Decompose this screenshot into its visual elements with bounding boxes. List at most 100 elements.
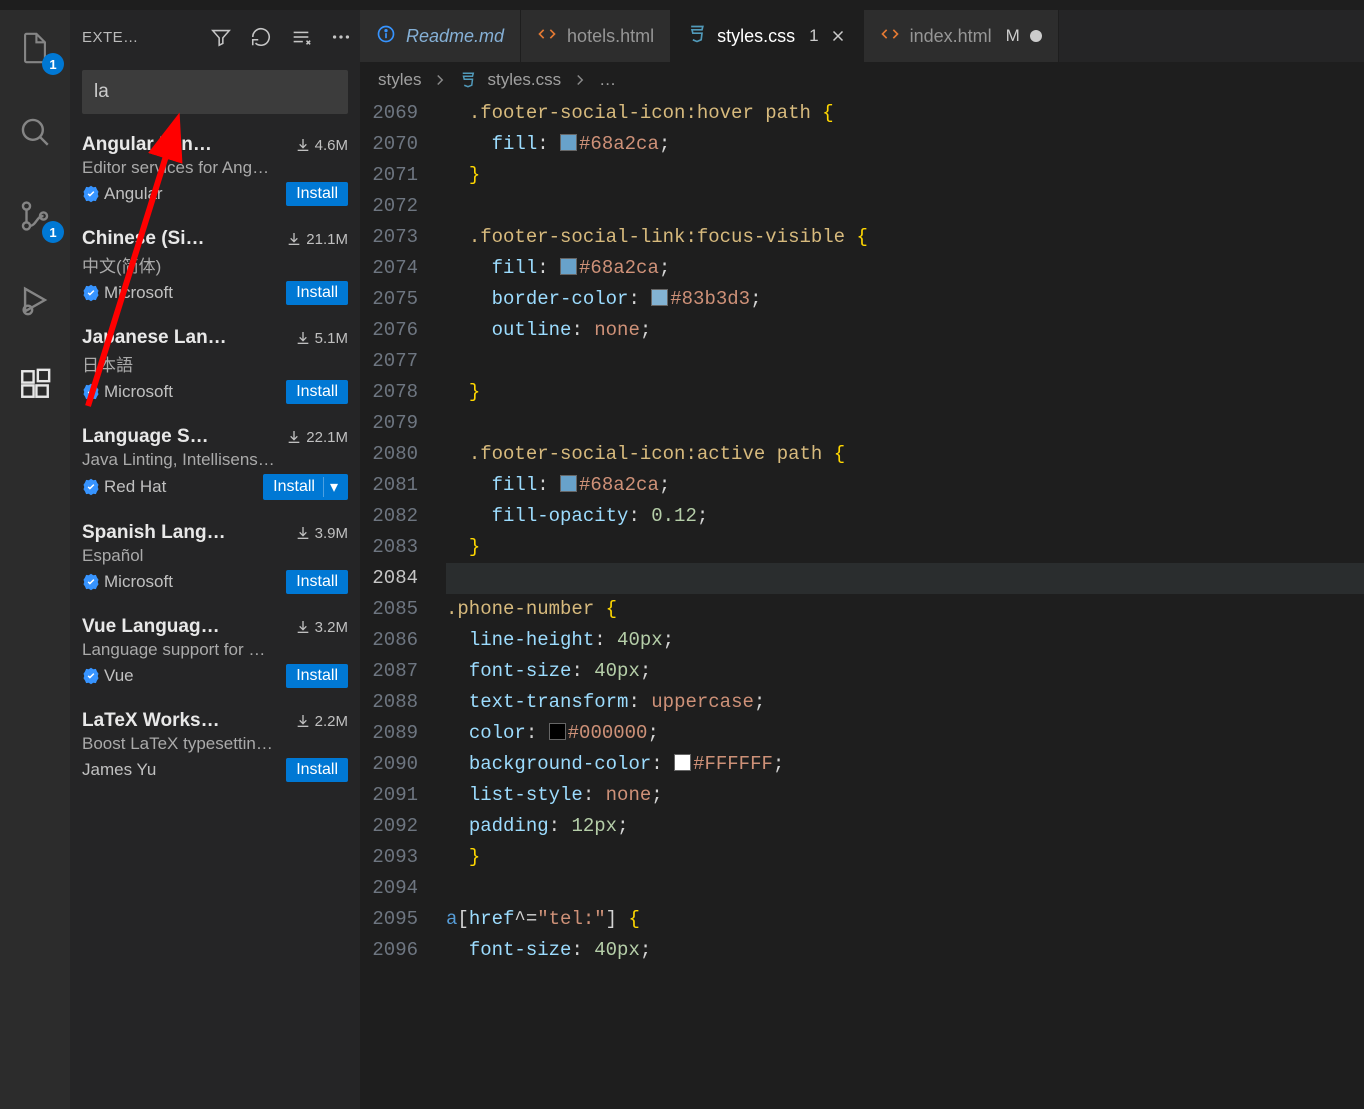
file-icon [687, 24, 707, 49]
activity-run-debug[interactable] [11, 276, 59, 324]
file-icon [880, 24, 900, 49]
extension-item[interactable]: LaTeX Works… 2.2M Boost LaTeX typesettin… [70, 700, 360, 794]
scm-badge: 1 [42, 221, 64, 243]
extension-downloads: 5.1M [295, 330, 348, 347]
editor-group: Readme.md hotels.html styles.css 1 index.htm… [360, 10, 1364, 1109]
editor-tabs: Readme.md hotels.html styles.css 1 index.htm… [360, 10, 1364, 62]
close-icon[interactable] [829, 27, 847, 45]
extension-description: Language support for … [82, 640, 348, 660]
extension-publisher: Angular [82, 184, 286, 204]
extension-name: Vue Languag… [82, 616, 287, 638]
extension-item[interactable]: Angular Lan… 4.6M Editor services for An… [70, 124, 360, 218]
install-button[interactable]: Install [286, 281, 348, 305]
tab-filename: styles.css [717, 26, 795, 47]
activity-search[interactable] [11, 108, 59, 156]
breadcrumb-folder[interactable]: styles [378, 70, 421, 90]
download-icon [295, 619, 311, 635]
sidebar-header: EXTE… [70, 10, 360, 64]
extension-publisher: Red Hat [82, 477, 263, 497]
extension-item[interactable]: Vue Languag… 3.2M Language support for …… [70, 606, 360, 700]
clear-icon[interactable] [290, 26, 312, 48]
extension-item[interactable]: Japanese Lan… 5.1M 日本語 Microsoft Install [70, 317, 360, 416]
extension-description: Boost LaTeX typesettin… [82, 734, 348, 754]
tab-filename: index.html [910, 26, 992, 47]
download-icon [295, 330, 311, 346]
activity-explorer[interactable]: 1 [11, 24, 59, 72]
extension-description: 日本語 [82, 351, 348, 376]
extension-description: Español [82, 546, 348, 566]
chevron-right-icon [571, 71, 589, 89]
install-button[interactable]: Install [286, 664, 348, 688]
extension-list: Angular Lan… 4.6M Editor services for An… [70, 124, 360, 1109]
activity-source-control[interactable]: 1 [11, 192, 59, 240]
gutter: 2069207020712072207320742075207620772078… [360, 98, 446, 1109]
extension-description: Editor services for Ang… [82, 158, 348, 178]
tab-filename: hotels.html [567, 26, 654, 47]
code-lines[interactable]: .footer-social-icon:hover path { fill: #… [446, 98, 1364, 1109]
code-editor[interactable]: 2069207020712072207320742075207620772078… [360, 98, 1364, 1109]
extension-item[interactable]: Spanish Lang… 3.9M Español Microsoft Ins… [70, 512, 360, 606]
download-icon [295, 137, 311, 153]
tab-filename: Readme.md [406, 26, 504, 47]
extension-downloads: 4.6M [295, 137, 348, 154]
extension-description: Java Linting, Intellisens… [82, 450, 348, 470]
css-file-icon [459, 71, 477, 89]
verified-icon [82, 667, 100, 685]
explorer-badge: 1 [42, 53, 64, 75]
verified-icon [82, 284, 100, 302]
filter-icon[interactable] [210, 26, 232, 48]
install-button[interactable]: Install▾ [263, 474, 348, 500]
extension-downloads: 2.2M [295, 713, 348, 730]
file-icon [376, 24, 396, 49]
install-button[interactable]: Install [286, 380, 348, 404]
breadcrumb-file[interactable]: styles.css [487, 70, 561, 90]
extension-downloads: 3.2M [295, 619, 348, 636]
extension-name: Japanese Lan… [82, 327, 287, 349]
breadcrumb[interactable]: styles styles.css … [360, 62, 1364, 98]
extension-publisher: Vue [82, 666, 286, 686]
editor-tab[interactable]: hotels.html [521, 10, 671, 62]
extension-publisher: Microsoft [82, 572, 286, 592]
extension-name: Chinese (Si… [82, 228, 278, 250]
activity-bar: 1 1 [0, 10, 70, 1109]
download-icon [295, 525, 311, 541]
extension-downloads: 22.1M [286, 429, 348, 446]
extension-downloads: 21.1M [286, 231, 348, 248]
verified-icon [82, 185, 100, 203]
search-input[interactable] [94, 81, 336, 103]
extensions-sidebar: EXTE… Angular Lan… 4.6M Editor services … [70, 10, 360, 1109]
editor-tab[interactable]: styles.css 1 [671, 10, 863, 62]
extension-item[interactable]: Chinese (Si… 21.1M 中文(简体) Microsoft Inst… [70, 218, 360, 317]
verified-icon [82, 478, 100, 496]
chevron-right-icon [431, 71, 449, 89]
install-button[interactable]: Install [286, 570, 348, 594]
verified-icon [82, 383, 100, 401]
editor-tab[interactable]: index.html M [864, 10, 1059, 62]
chevron-down-icon[interactable]: ▾ [323, 477, 338, 497]
extension-name: LaTeX Works… [82, 710, 287, 732]
tab-status: M [1006, 26, 1020, 46]
editor-tab[interactable]: Readme.md [360, 10, 521, 62]
breadcrumb-more[interactable]: … [599, 70, 616, 90]
download-icon [295, 713, 311, 729]
sidebar-title: EXTE… [82, 29, 139, 46]
extension-name: Spanish Lang… [82, 522, 287, 544]
extensions-search[interactable] [82, 70, 348, 114]
file-icon [537, 24, 557, 49]
extension-name: Angular Lan… [82, 134, 287, 156]
refresh-icon[interactable] [250, 26, 272, 48]
tab-status: 1 [809, 26, 818, 46]
unsaved-dot-icon [1030, 30, 1042, 42]
download-icon [286, 429, 302, 445]
more-icon[interactable] [330, 26, 352, 48]
extension-item[interactable]: Language S… 22.1M Java Linting, Intellis… [70, 416, 360, 512]
install-button[interactable]: Install [286, 758, 348, 782]
activity-extensions[interactable] [11, 360, 59, 408]
extension-downloads: 3.9M [295, 525, 348, 542]
extension-name: Language S… [82, 426, 278, 448]
extension-description: 中文(简体) [82, 252, 348, 277]
extension-publisher: Microsoft [82, 382, 286, 402]
verified-icon [82, 573, 100, 591]
install-button[interactable]: Install [286, 182, 348, 206]
extension-publisher: James Yu [82, 760, 286, 780]
